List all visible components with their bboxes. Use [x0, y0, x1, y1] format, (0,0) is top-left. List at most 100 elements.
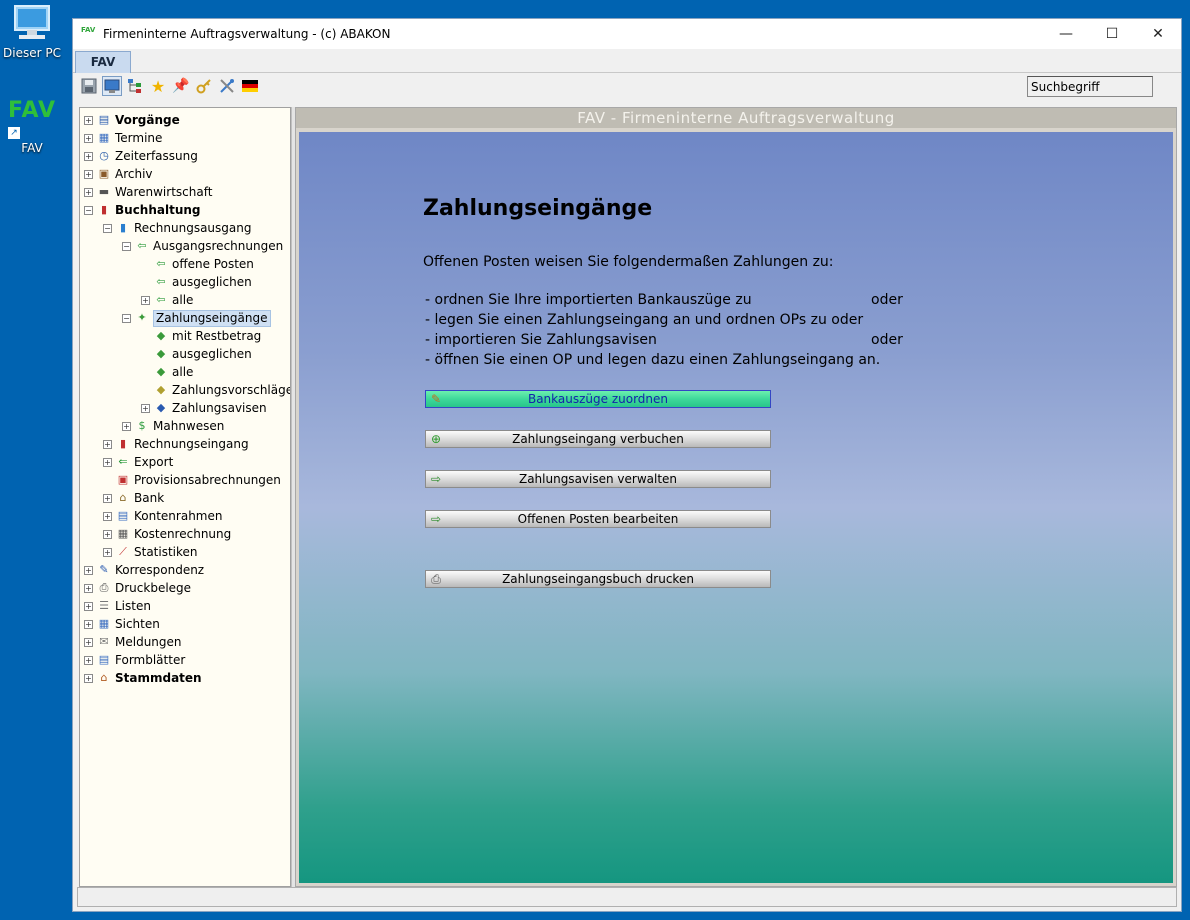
title-bar[interactable]: FAV Firmeninterne Auftragsverwaltung - (…	[73, 19, 1181, 49]
expand-icon[interactable]: +	[103, 493, 112, 503]
mail-icon: ✉	[99, 635, 109, 648]
collapse-icon[interactable]: −	[122, 313, 131, 323]
invoice-list-icon: ⇦	[137, 239, 147, 252]
navigation-tree[interactable]: + ▤ Vorgänge + ▦ Termine + ◷ Zeiterfassung + ▣ Arch…	[79, 107, 291, 887]
instruction-line: - legen Sie einen Zahlungseingang an und…	[425, 312, 864, 328]
desktop-icon-fav[interactable]: FAV ↗ FAV	[0, 98, 64, 155]
money-balanced-icon: ◆	[156, 347, 166, 360]
key-icon[interactable]	[194, 76, 214, 96]
tree-item[interactable]: + ⟋ Statistiken	[103, 543, 198, 561]
minimize-button[interactable]: —	[1043, 19, 1089, 49]
tree-item[interactable]: + ⌂ Bank	[103, 489, 164, 507]
tree-item-label: Listen	[115, 599, 151, 613]
expand-icon[interactable]: +	[84, 637, 93, 647]
expand-icon[interactable]: +	[84, 115, 93, 125]
expand-icon[interactable]: +	[141, 295, 150, 305]
tree-item[interactable]: ◆ mit Restbetrag	[141, 327, 262, 345]
tree-item[interactable]: + ▦ Termine	[84, 129, 162, 147]
star-icon[interactable]: ★	[148, 76, 168, 96]
expand-icon[interactable]: +	[84, 619, 93, 629]
tree-item[interactable]: + ▮ Rechnungseingang	[103, 435, 249, 453]
expand-icon[interactable]: +	[103, 547, 112, 557]
expand-icon[interactable]: +	[84, 601, 93, 611]
tree-item[interactable]: + ⇦ alle	[141, 291, 193, 309]
tree-item[interactable]: + ▬ Warenwirtschaft	[84, 183, 212, 201]
action-button[interactable]: ✎ Bankauszüge zuordnen	[425, 390, 771, 408]
tree-item[interactable]: + ▦ Sichten	[84, 615, 160, 633]
tree-item-label: Kostenrechnung	[134, 527, 232, 541]
tree-item[interactable]: ▣ Provisionsabrechnungen	[103, 471, 281, 489]
intro-text: Offenen Posten weisen Sie folgendermaßen…	[423, 254, 834, 270]
pin-icon[interactable]: 📌	[171, 76, 191, 96]
views-icon: ▦	[98, 617, 110, 630]
print-icon: ⎙	[431, 572, 441, 586]
tools-icon[interactable]	[217, 76, 237, 96]
flag-de-icon[interactable]	[240, 76, 260, 96]
expand-icon[interactable]: +	[84, 133, 93, 143]
collapse-icon[interactable]: −	[122, 241, 131, 251]
tree-item-label: Zahlungseingänge	[153, 309, 271, 327]
action-button[interactable]: ⎙ Zahlungseingangsbuch drucken	[425, 570, 771, 588]
save-icon[interactable]	[79, 76, 99, 96]
expand-icon[interactable]: +	[84, 169, 93, 179]
tree-item[interactable]: + ◷ Zeiterfassung	[84, 147, 198, 165]
tree-item-label: Bank	[134, 491, 165, 505]
tree-item[interactable]: ◆ alle	[141, 363, 194, 381]
tree-item[interactable]: ◆ ausgeglichen	[141, 345, 252, 363]
expand-icon[interactable]: +	[84, 673, 93, 683]
expand-icon[interactable]: +	[84, 583, 93, 593]
tree-item[interactable]: ◆ Zahlungsvorschläge	[141, 381, 290, 399]
tree-item[interactable]: + ▤ Formblätter	[84, 651, 185, 669]
expand-icon[interactable]: +	[103, 511, 112, 521]
expand-icon[interactable]: +	[103, 457, 112, 467]
tree-item[interactable]: + ▤ Vorgänge	[84, 111, 180, 129]
tree-item[interactable]: + ✉ Meldungen	[84, 633, 182, 651]
edit-items-icon: ⇨	[430, 512, 442, 526]
tree-item[interactable]: − ⇦ Ausgangsrechnungen	[122, 237, 283, 255]
money-suggest-icon: ◆	[156, 383, 166, 396]
tree-item[interactable]: + ▦ Kostenrechnung	[103, 525, 231, 543]
desktop-icon-this-pc[interactable]: Dieser PC	[0, 4, 64, 60]
tree-item-label: ausgeglichen	[172, 275, 252, 289]
tree-item[interactable]: + ⌂ Stammdaten	[84, 669, 202, 687]
search-input[interactable]	[1027, 76, 1153, 97]
tree-item[interactable]: ⇦ ausgeglichen	[141, 273, 252, 291]
tree-icon[interactable]	[125, 76, 145, 96]
tree-item[interactable]: + ⎙ Druckbelege	[84, 579, 191, 597]
tab-fav[interactable]: FAV	[75, 51, 131, 73]
collapse-icon[interactable]: −	[103, 223, 112, 233]
tree-item[interactable]: − ✦ Zahlungseingänge	[122, 309, 271, 327]
tree-item[interactable]: + ✎ Korrespondenz	[84, 561, 204, 579]
expand-icon[interactable]: +	[84, 151, 93, 161]
tree-item[interactable]: + ◆ Zahlungsavisen	[141, 399, 267, 417]
window-title: Firmeninterne Auftragsverwaltung - (c) A…	[103, 27, 391, 41]
expand-icon[interactable]: +	[103, 529, 112, 539]
accounts-icon: ▤	[117, 509, 129, 522]
tree-item[interactable]: + ☰ Listen	[84, 597, 151, 615]
list-icon: ☰	[99, 599, 109, 612]
tree-item[interactable]: − ▮ Rechnungsausgang	[103, 219, 251, 237]
tree-item[interactable]: + ▤ Kontenrahmen	[103, 507, 222, 525]
add-circle-icon: ⊕	[430, 432, 442, 446]
tree-item[interactable]: − ▮ Buchhaltung	[84, 201, 201, 219]
expand-icon[interactable]: +	[141, 403, 150, 413]
tree-item-label: Warenwirtschaft	[115, 185, 213, 199]
expand-icon[interactable]: +	[84, 565, 93, 575]
action-button[interactable]: ⇨ Offenen Posten bearbeiten	[425, 510, 771, 528]
expand-icon[interactable]: +	[122, 421, 131, 431]
archive-icon: ▣	[98, 167, 110, 180]
tree-item[interactable]: ⇦ offene Posten	[141, 255, 254, 273]
collapse-icon[interactable]: −	[84, 205, 93, 215]
monitor-icon[interactable]	[102, 76, 122, 96]
action-button[interactable]: ⊕ Zahlungseingang verbuchen	[425, 430, 771, 448]
tree-item[interactable]: + ▣ Archiv	[84, 165, 153, 183]
tree-item[interactable]: + $ Mahnwesen	[122, 417, 224, 435]
money-advice-icon: ◆	[156, 401, 166, 414]
close-button[interactable]: ✕	[1135, 19, 1181, 49]
expand-icon[interactable]: +	[84, 655, 93, 665]
maximize-button[interactable]: ☐	[1089, 19, 1135, 49]
expand-icon[interactable]: +	[84, 187, 93, 197]
expand-icon[interactable]: +	[103, 439, 112, 449]
action-button[interactable]: ⇨ Zahlungsavisen verwalten	[425, 470, 771, 488]
tree-item[interactable]: + ⇐ Export	[103, 453, 173, 471]
